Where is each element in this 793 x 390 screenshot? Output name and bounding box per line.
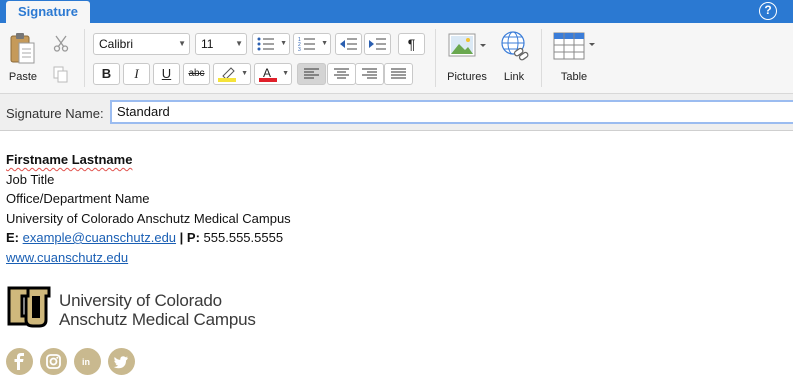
bold-button[interactable]: B [93,63,120,85]
pictures-label: Pictures [447,71,487,83]
facebook-icon[interactable] [6,348,33,375]
show-formatting-button[interactable]: ¶ [398,33,425,55]
copy-icon[interactable] [52,65,70,83]
align-left-button[interactable] [297,63,326,85]
font-color-button[interactable]: A ▼ [254,63,292,85]
ribbon-toolbar: Paste Calibri ▼ 11 ▼ ▼ 1 2 3 ▼ ¶ B I U a… [0,23,793,94]
chevron-down-icon: ▼ [235,39,243,48]
tab-signature[interactable]: Signature [6,1,90,24]
indent-icon [369,38,386,50]
divider [84,29,85,87]
phone-number: 555.555.5555 [203,230,284,245]
strikethrough-button[interactable]: abc [183,63,210,85]
italic-button[interactable]: I [123,63,150,85]
font-color-icon: A [259,66,277,82]
office-name: Office/Department Name [6,191,150,206]
divider [435,29,436,87]
outdent-icon [340,38,357,50]
increase-indent-button[interactable] [364,33,391,55]
svg-text:in: in [82,357,90,367]
align-center-button[interactable] [327,63,356,85]
paste-label: Paste [8,71,38,83]
cu-logo-icon [7,286,51,328]
help-icon[interactable]: ? [759,2,777,20]
chevron-down-icon: ▼ [241,70,248,77]
instagram-icon[interactable] [40,348,67,375]
decrease-indent-button[interactable] [335,33,362,55]
numbering-button[interactable]: 1 2 3 ▼ [293,33,331,55]
institution-name: University of Colorado Anschutz Medical … [6,210,291,226]
justify-button[interactable] [384,63,413,85]
paste-button[interactable]: Paste [6,29,40,85]
underline-button[interactable]: U [153,63,180,85]
font-size-combo[interactable]: 11 ▼ [195,33,247,55]
chevron-down-icon: ▼ [282,70,289,77]
email-prefix: E: [6,230,19,245]
align-left-icon [304,68,319,79]
font-name-combo[interactable]: Calibri ▼ [93,33,190,55]
font-name-value: Calibri [99,37,134,51]
website-link[interactable]: www.cuanschutz.edu [6,250,128,265]
signature-editor[interactable]: Firstname Lastname Job Title Office/Depa… [6,150,291,267]
signature-name-label: Signature Name: [6,106,104,121]
table-icon [553,32,595,60]
table-button[interactable]: Table [550,29,598,85]
ribbon-tab-strip: Signature ? [0,0,793,24]
logo-line-1: University of Colorado [59,291,222,310]
linkedin-icon[interactable]: in [74,348,101,375]
pilcrow-icon: ¶ [407,36,416,52]
scissors-icon[interactable] [52,34,70,52]
align-right-button[interactable] [355,63,384,85]
chevron-down-icon: ▼ [178,39,186,48]
signature-name: Firstname Lastname [6,152,133,167]
clipboard-icon [10,33,35,64]
font-size-value: 11 [201,37,214,51]
highlight-button[interactable]: ▼ [213,63,251,85]
svg-text:3: 3 [298,47,301,51]
signature-name-input[interactable]: Standard [110,100,793,124]
align-right-icon [362,68,377,79]
divider [541,29,542,87]
logo-wordmark: University of Colorado Anschutz Medical … [59,291,256,329]
contact-separator: | [179,230,184,245]
link-globe-icon [501,31,529,61]
twitter-icon[interactable] [108,348,135,375]
picture-icon [448,33,486,57]
link-label: Link [503,71,525,83]
justify-icon [391,68,406,79]
signature-name-row: Signature Name: Standard [0,94,793,131]
highlighter-icon [218,67,236,82]
bullet-list-icon [257,37,274,51]
svg-text:A: A [263,66,271,80]
align-center-icon [334,68,349,79]
chevron-down-icon: ▼ [280,40,287,47]
table-label: Table [560,71,588,83]
bullets-button[interactable]: ▼ [252,33,290,55]
phone-prefix: P: [186,230,200,245]
link-button[interactable]: Link [496,29,532,85]
numbered-list-icon: 1 2 3 [298,37,315,51]
email-link[interactable]: example@cuanschutz.edu [23,230,176,245]
pictures-button[interactable]: Pictures [443,29,491,85]
job-title: Job Title [6,171,55,187]
contact-line: E: example@cuanschutz.edu | P: 555.555.5… [6,228,291,248]
chevron-down-icon: ▼ [321,40,328,47]
logo-line-2: Anschutz Medical Campus [59,310,256,329]
